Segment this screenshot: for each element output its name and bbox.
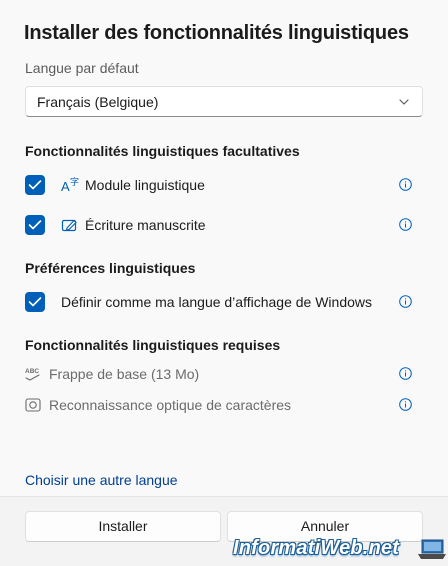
checkmark-icon [28,220,42,230]
dialog-title: Installer des fonctionnalités linguistiq… [24,22,409,44]
info-icon[interactable] [399,218,412,231]
handwriting-label: Écriture manuscrite [85,217,206,233]
required-row-basic-typing: ABC Frappe de base (13 Mo) [0,359,448,389]
install-language-features-dialog: Installer des fonctionnalités linguistiq… [0,0,448,566]
language-pack-label: Module linguistique [85,177,205,193]
language-pack-icon: A 字 [61,176,79,194]
ocr-icon [25,398,41,412]
required-features-heading: Fonctionnalités linguistiques requises [25,337,281,353]
preferences-heading: Préférences linguistiques [25,260,196,276]
basic-typing-icon: ABC [25,368,40,381]
watermark: InformatiWeb.net [231,535,448,563]
info-icon[interactable] [399,178,412,191]
option-row-handwriting[interactable]: Écriture manuscrite [0,210,448,240]
language-pack-checkbox[interactable] [25,175,45,195]
dialog-content: Installer des fonctionnalités linguistiq… [0,0,448,496]
svg-text:ABC: ABC [25,368,39,375]
display-language-checkbox[interactable] [25,292,45,312]
info-icon[interactable] [399,295,412,308]
install-button[interactable]: Installer [25,511,221,542]
checkmark-icon [28,180,42,190]
handwriting-checkbox[interactable] [25,215,45,235]
svg-text:A: A [61,179,70,194]
default-language-value: Français (Belgique) [37,94,159,110]
default-language-dropdown[interactable]: Français (Belgique) [25,86,423,117]
laptop-icon [418,539,446,559]
display-language-label: Définir comme ma langue d’affichage de W… [61,294,373,310]
default-language-label: Langue par défaut [25,60,139,76]
choose-another-language-link[interactable]: Choisir une autre langue [25,472,178,488]
info-icon[interactable] [399,367,412,380]
option-row-display-language[interactable]: Définir comme ma langue d’affichage de W… [0,287,448,317]
option-row-language-pack[interactable]: A 字 Module linguistique [0,170,448,200]
handwriting-icon [61,219,77,232]
watermark-text: InformatiWeb.net [233,537,400,559]
chevron-down-icon [399,99,409,105]
checkmark-icon [28,297,42,307]
optional-features-heading: Fonctionnalités linguistiques facultativ… [25,143,300,159]
required-row-ocr: Reconnaissance optique de caractères [0,390,448,420]
svg-text:字: 字 [70,176,79,187]
info-icon[interactable] [399,398,412,411]
basic-typing-label: Frappe de base (13 Mo) [49,366,200,382]
ocr-label: Reconnaissance optique de caractères [49,397,292,413]
